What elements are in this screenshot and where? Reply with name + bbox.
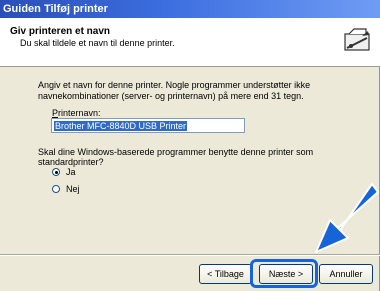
radio-no-option[interactable]: Nej	[52, 183, 80, 195]
window-titlebar: Guiden Tilføj printer	[0, 0, 380, 18]
page-subtitle: Du skal tildele et navn til denne printe…	[20, 38, 175, 48]
printer-name-value: Brother MFC-8840D USB Printer	[54, 121, 188, 131]
next-button-highlight	[250, 259, 318, 288]
radio-yes[interactable]	[52, 168, 60, 176]
printer-name-label: Printernavn:	[52, 108, 101, 118]
radio-yes-option[interactable]: Ja	[52, 166, 76, 178]
radio-no-label: Nej	[66, 184, 80, 194]
printer-wizard-icon	[344, 28, 370, 51]
radio-no[interactable]	[52, 185, 60, 193]
default-printer-question: Skal dine Windows-baserede programmer be…	[38, 147, 314, 167]
add-printer-wizard-window: Guiden Tilføj printer Giv printeren et n…	[0, 0, 380, 291]
cancel-button[interactable]: Annuller	[319, 264, 373, 284]
page-title: Giv printeren et navn	[10, 26, 111, 37]
printer-name-input[interactable]: Brother MFC-8840D USB Printer	[51, 118, 245, 133]
back-button[interactable]: < Tilbage	[199, 264, 252, 284]
wizard-header: Giv printeren et navn Du skal tildele et…	[0, 18, 380, 67]
pointer-arrow-icon	[315, 183, 379, 253]
instructions-text: Angiv et navn for denne printer. Nogle p…	[38, 80, 311, 101]
radio-yes-label: Ja	[66, 167, 76, 177]
